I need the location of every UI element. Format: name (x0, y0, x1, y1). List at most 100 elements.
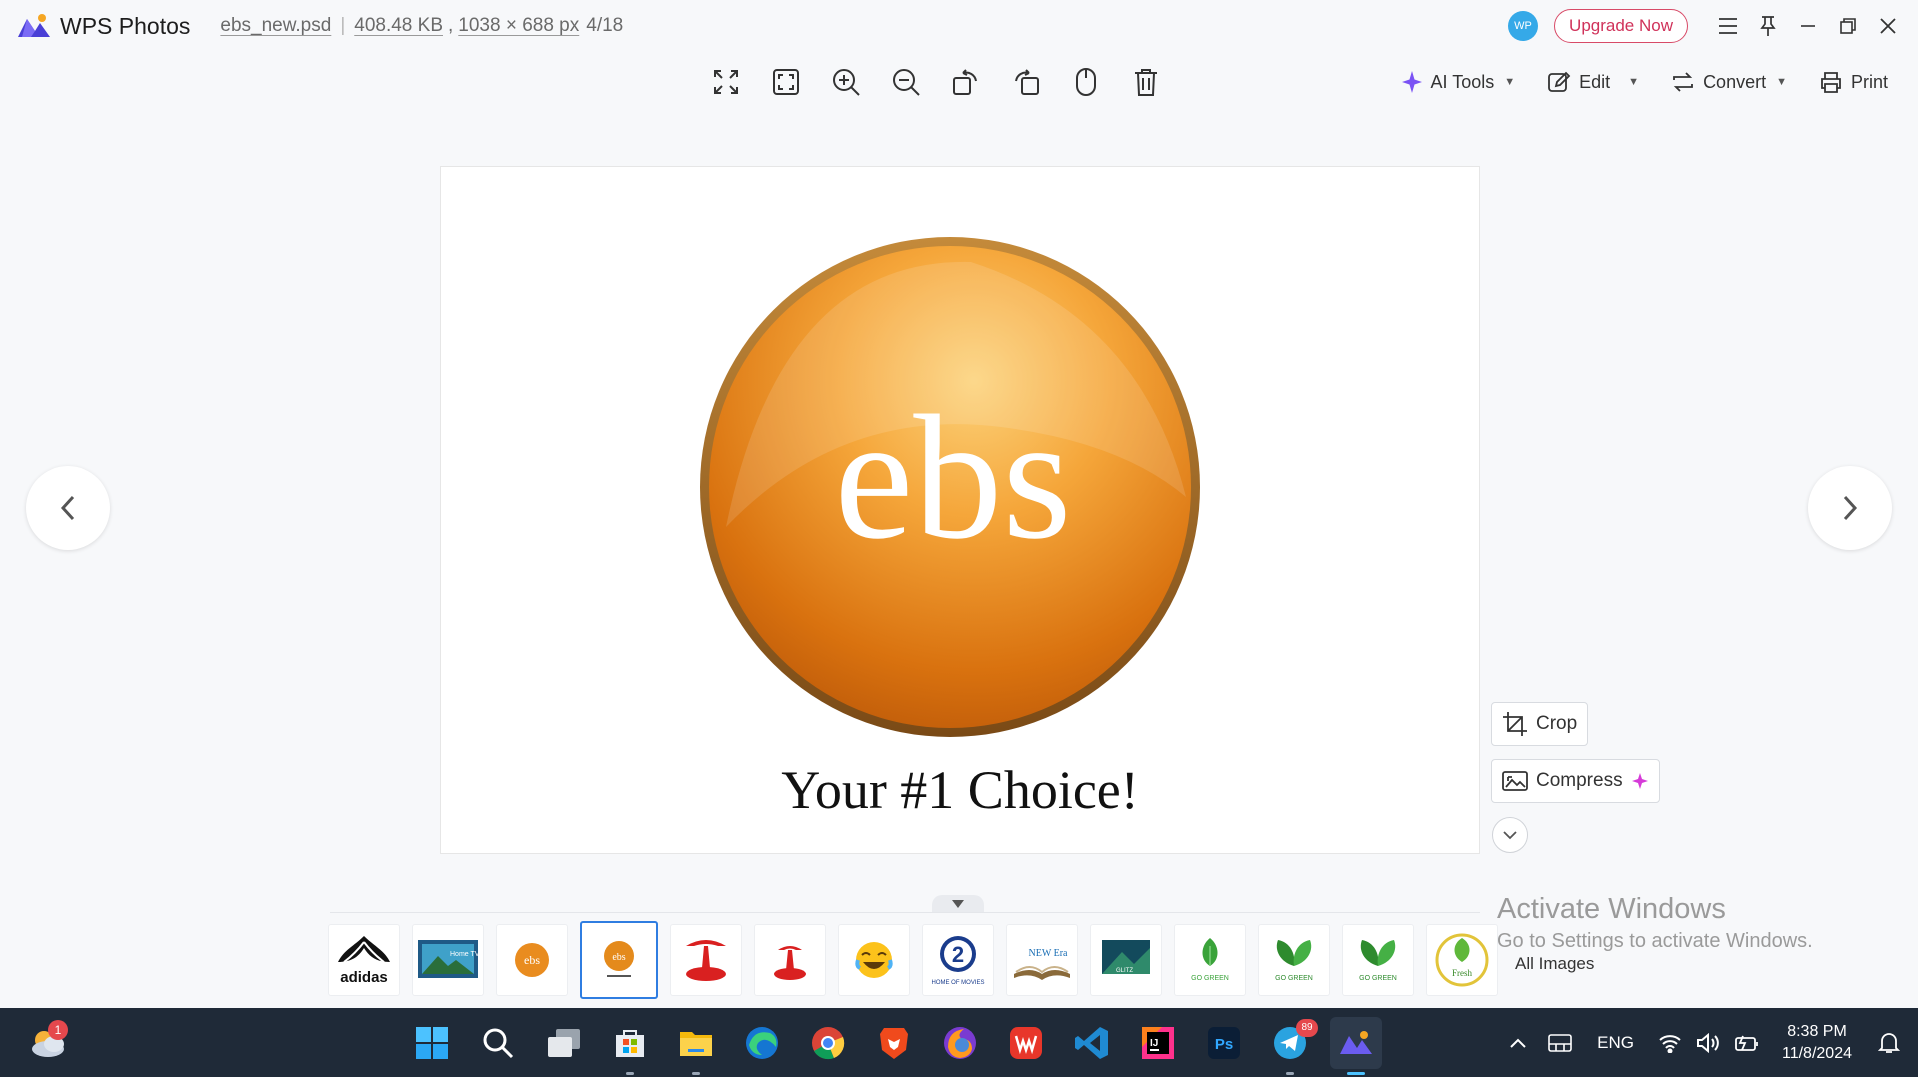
crop-button[interactable]: Crop (1491, 702, 1589, 746)
taskbar-clock[interactable]: 8:38 PM 11/8/2024 (1782, 1021, 1852, 1065)
print-label: Print (1850, 71, 1888, 92)
restore-icon[interactable] (1828, 6, 1868, 46)
thumbnail-fresh[interactable]: Fresh (1426, 924, 1498, 996)
title-controls: WP Upgrade Now (1508, 0, 1918, 52)
caret-down-icon (952, 900, 964, 908)
logo-text: ebs (834, 378, 1071, 576)
thumbnail-red-tower[interactable] (670, 924, 742, 996)
thumbnail-new-era[interactable]: NEW Era (1006, 924, 1078, 996)
taskbar-apps: IJ Ps 89 (406, 1008, 1382, 1077)
wps-photos-logo-icon (18, 14, 50, 37)
thumbnail-go-green-2[interactable]: GO GREEN (1258, 924, 1330, 996)
start-button[interactable] (406, 1017, 458, 1069)
menu-icon[interactable] (1708, 6, 1748, 46)
compress-label: Compress (1536, 770, 1623, 791)
fullscreen-icon[interactable] (702, 60, 750, 104)
battery-icon[interactable] (1734, 1033, 1760, 1053)
language-indicator[interactable]: ENG (1597, 1033, 1634, 1053)
task-view-button[interactable] (538, 1017, 590, 1069)
thumbnail-home-of-movies[interactable]: 2 HOME OF MOVIES (922, 924, 994, 996)
rotate-left-icon[interactable] (942, 60, 990, 104)
compress-button[interactable]: Compress (1491, 759, 1660, 803)
filmstrip-toggle[interactable] (932, 895, 984, 913)
thumbnail-tv[interactable]: Home TV (412, 924, 484, 996)
fit-screen-icon[interactable] (762, 60, 810, 104)
clock-date: 11/8/2024 (1782, 1044, 1852, 1062)
chevron-right-icon (1843, 495, 1858, 521)
zoom-out-icon[interactable] (882, 60, 930, 104)
thumbnail-laughing-emoji[interactable] (838, 924, 910, 996)
image-position: 4/18 (586, 15, 624, 36)
ai-tools-button[interactable]: AI Tools ▼ (1401, 70, 1515, 94)
firefox-icon (944, 1026, 976, 1059)
close-icon[interactable] (1868, 6, 1908, 46)
thumbnail-adidas[interactable]: adidas (328, 924, 400, 996)
edge-button[interactable] (736, 1017, 788, 1069)
thumbnail-go-green-1[interactable]: GO GREEN (1174, 924, 1246, 996)
image-dimensions[interactable]: 1038 × 688 px (458, 15, 579, 37)
chevron-up-icon[interactable] (1509, 1037, 1527, 1049)
thumbnail-ebs-small[interactable]: ebs (496, 924, 568, 996)
pin-icon[interactable] (1748, 6, 1788, 46)
volume-icon[interactable] (1696, 1032, 1720, 1053)
photoshop-button[interactable]: Ps (1198, 1017, 1250, 1069)
mouse-icon[interactable] (1062, 60, 1110, 104)
watermark-title: Activate Windows (1497, 893, 1726, 925)
tv-text: Home TV (450, 951, 480, 958)
next-image-button[interactable] (1808, 466, 1892, 550)
file-size[interactable]: 408.48 KB (354, 15, 443, 37)
print-button[interactable]: Print (1819, 70, 1888, 94)
caret-down-icon: ▼ (1776, 76, 1787, 88)
search-button[interactable] (472, 1017, 524, 1069)
thumbnail-red-tower-2[interactable] (754, 924, 826, 996)
vscode-icon (1075, 1026, 1108, 1059)
compress-icon (1502, 771, 1528, 791)
vscode-button[interactable] (1066, 1017, 1118, 1069)
running-indicator (1286, 1071, 1294, 1075)
avatar[interactable]: WP (1508, 11, 1539, 41)
upgrade-now-button[interactable]: Upgrade Now (1554, 9, 1688, 43)
edit-label: Edit (1579, 71, 1611, 92)
weather-widget[interactable]: 1 (28, 1020, 70, 1062)
chevron-down-icon (1503, 831, 1517, 840)
folder-icon (680, 1031, 712, 1056)
thumbnail-glitz-tv[interactable]: GLITZ (1090, 924, 1162, 996)
notification-bell-icon[interactable] (1878, 1031, 1900, 1055)
minimize-icon[interactable] (1788, 6, 1828, 46)
crop-label: Crop (1536, 713, 1578, 734)
wps-photos-taskbar-button[interactable] (1330, 1016, 1382, 1075)
thumbnail-go-green-3[interactable]: GO GREEN (1342, 924, 1414, 996)
intellij-button[interactable]: IJ (1132, 1017, 1184, 1069)
search-icon (483, 1028, 514, 1058)
ebs-thumb-text: ebs (612, 952, 625, 963)
store-button[interactable] (604, 1017, 656, 1075)
previous-image-button[interactable] (26, 466, 110, 550)
printer-icon (1821, 72, 1841, 93)
telegram-button[interactable]: 89 (1264, 1017, 1318, 1075)
wifi-icon[interactable] (1658, 1033, 1682, 1053)
filmstrip: adidas Home TV ebs ebs 2 HOME OF MOVIES … (328, 921, 1498, 999)
delete-icon[interactable] (1122, 60, 1170, 104)
more-tools-button[interactable] (1492, 817, 1528, 853)
zoom-in-icon[interactable] (822, 60, 870, 104)
sparkle-icon (1401, 71, 1422, 93)
caret-down-icon: ▼ (1628, 76, 1640, 88)
running-indicator (626, 1071, 634, 1075)
convert-button[interactable]: Convert ▼ (1671, 70, 1787, 94)
rotate-right-icon[interactable] (1002, 60, 1050, 104)
wps-office-button[interactable] (1000, 1017, 1052, 1069)
all-images-link[interactable]: All Images (1515, 954, 1594, 974)
activate-windows-watermark: Activate Windows Go to Settings to activ… (1497, 893, 1813, 953)
edit-button[interactable]: Edit ▼ (1547, 70, 1639, 94)
firefox-button[interactable] (934, 1017, 986, 1069)
brave-button[interactable] (868, 1017, 920, 1069)
movies-text: HOME OF MOVIES (931, 980, 984, 986)
image-canvas[interactable]: ebs Your #1 Choice! (440, 166, 1480, 854)
file-explorer-button[interactable] (670, 1017, 722, 1075)
thumbnail-ebs-new[interactable]: ebs (580, 921, 658, 999)
watermark-subtitle: Go to Settings to activate Windows. (1497, 930, 1813, 952)
file-name[interactable]: ebs_new.psd (220, 15, 331, 37)
keyboard-icon[interactable] (1547, 1033, 1573, 1053)
chrome-button[interactable] (802, 1017, 854, 1069)
separator-comma: , (448, 15, 454, 36)
